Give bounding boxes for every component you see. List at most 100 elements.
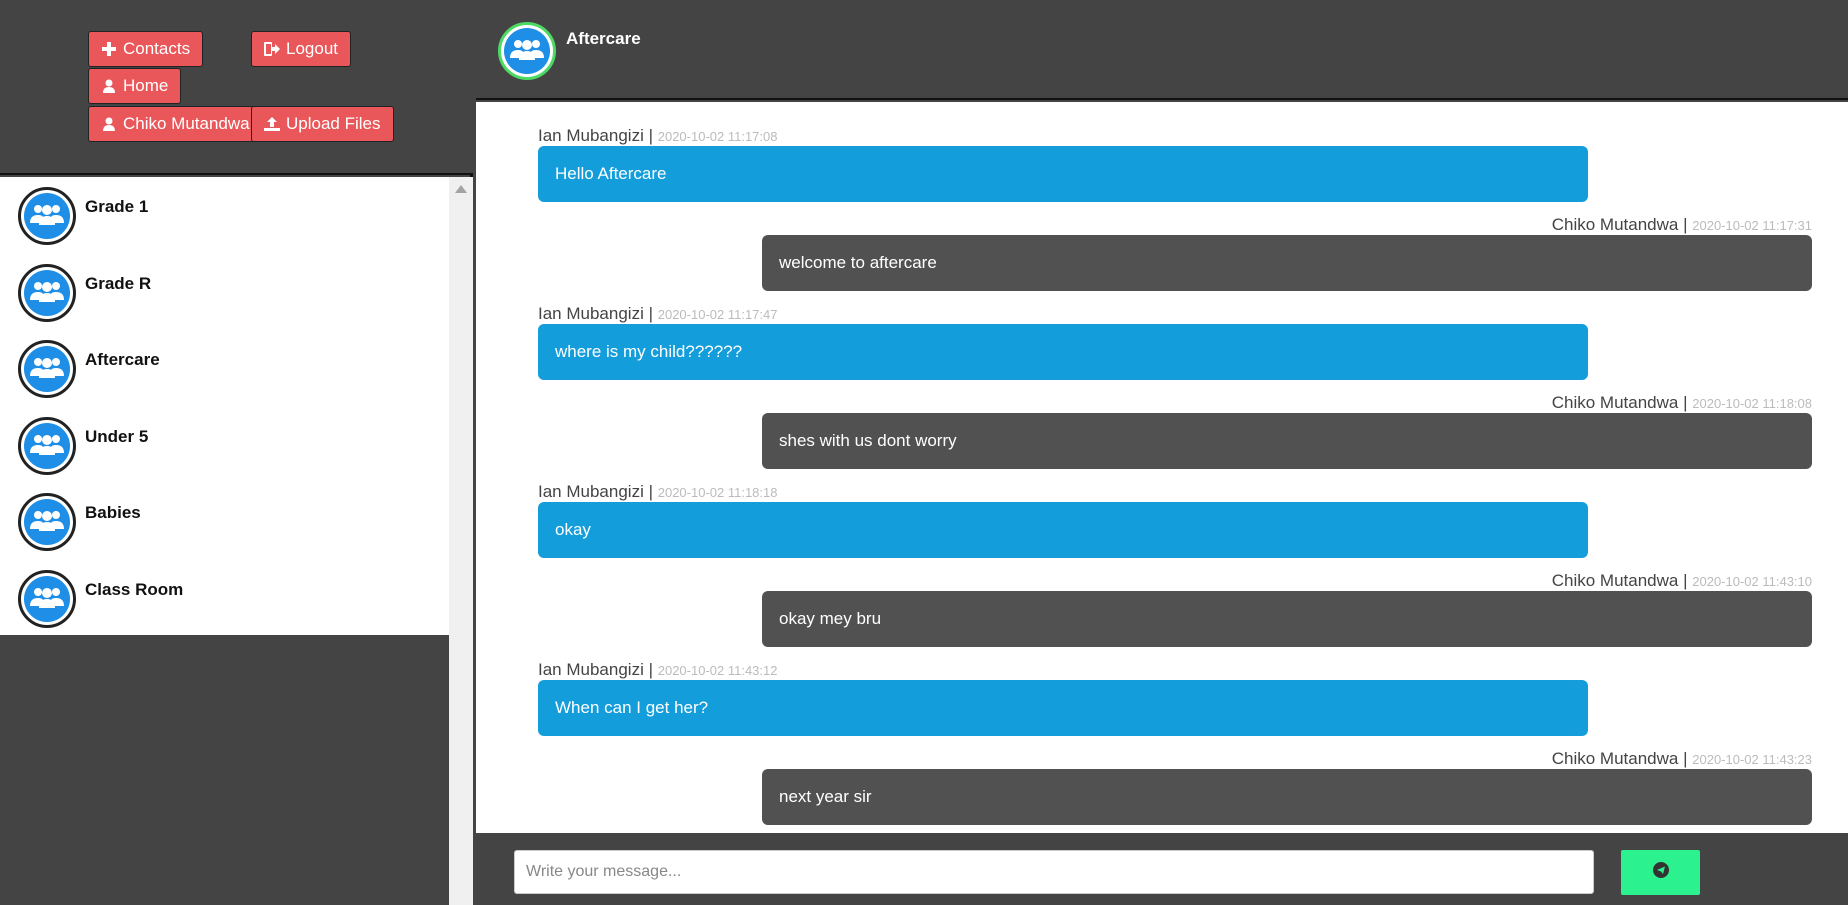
message-bubble: welcome to aftercare	[762, 235, 1812, 291]
message-text: welcome to aftercare	[779, 253, 937, 272]
contact-name: Babies	[85, 503, 141, 522]
timestamp: 2020-10-02 11:43:10	[1692, 574, 1812, 589]
message-text: okay mey bru	[779, 609, 882, 628]
contact-item[interactable]: Grade 1	[0, 177, 449, 254]
left-panel: Contacts Logout Home Chiko Mutandwa Uplo…	[0, 0, 473, 905]
message-meta: Chiko Mutandwa | 2020-10-02 11:43:10	[1552, 571, 1812, 591]
upload-label: Upload Files	[286, 114, 381, 133]
group-icon	[30, 433, 64, 460]
message-meta: Ian Mubangizi | 2020-10-02 11:43:12	[538, 660, 777, 680]
contacts-button[interactable]: Contacts	[88, 31, 204, 67]
message-input[interactable]	[514, 850, 1594, 894]
user-label: Chiko Mutandwa	[123, 114, 250, 133]
timestamp: 2020-10-02 11:43:12	[657, 663, 778, 678]
message-text: okay	[555, 520, 591, 539]
avatar	[18, 340, 76, 398]
paper-plane-icon	[1652, 862, 1669, 883]
contact-item[interactable]: Grade R	[0, 254, 449, 331]
sender-name: Ian Mubangizi	[538, 304, 644, 323]
message-area[interactable]: Ian Mubangizi | 2020-10-02 11:17:08 Hell…	[476, 102, 1848, 833]
avatar	[18, 570, 76, 628]
message-bubble: okay	[538, 502, 1588, 558]
separator: |	[648, 304, 653, 323]
sender-name: Chiko Mutandwa	[1551, 749, 1679, 768]
logout-button[interactable]: Logout	[251, 31, 351, 67]
message-bubble: next year sir	[762, 769, 1812, 825]
contact-list-scrollbar[interactable]	[449, 177, 473, 905]
user-icon	[101, 116, 117, 132]
timestamp: 2020-10-02 11:18:18	[657, 485, 778, 500]
message-meta: Ian Mubangizi | 2020-10-02 11:17:47	[538, 304, 777, 324]
message-bubble: where is my child??????	[538, 324, 1588, 380]
contact-name: Grade 1	[85, 197, 149, 216]
avatar	[18, 493, 76, 551]
send-button[interactable]	[1621, 850, 1700, 895]
scroll-up-arrow-icon[interactable]	[455, 185, 467, 193]
message-meta: Chiko Mutandwa | 2020-10-02 11:43:23	[1552, 749, 1812, 769]
message-meta: Chiko Mutandwa | 2020-10-02 11:18:08	[1552, 393, 1812, 413]
sign-out-icon	[264, 41, 280, 57]
group-icon	[30, 356, 64, 383]
message-text: Hello Aftercare	[555, 164, 667, 183]
user-profile-button[interactable]: Chiko Mutandwa	[88, 106, 263, 142]
separator: |	[648, 660, 653, 679]
message-bubble: okay mey bru	[762, 591, 1812, 647]
group-icon	[30, 280, 64, 307]
sender-name: Ian Mubangizi	[538, 126, 644, 145]
sender-name: Chiko Mutandwa	[1551, 215, 1679, 234]
home-label: Home	[123, 76, 169, 95]
separator: |	[1683, 571, 1688, 590]
message-meta: Ian Mubangizi | 2020-10-02 11:18:18	[538, 482, 777, 502]
upload-icon	[264, 116, 280, 132]
contact-item[interactable]: Aftercare	[0, 330, 449, 407]
avatar	[498, 22, 556, 80]
message-composer	[476, 833, 1848, 905]
chat-title: Aftercare	[566, 29, 641, 48]
avatar	[18, 264, 76, 322]
message-meta: Ian Mubangizi | 2020-10-02 11:17:08	[538, 126, 777, 146]
sender-name: Chiko Mutandwa	[1551, 393, 1679, 412]
group-icon	[30, 203, 64, 230]
home-button[interactable]: Home	[88, 68, 182, 104]
timestamp: 2020-10-02 11:17:47	[657, 307, 778, 322]
contact-name: Class Room	[85, 580, 184, 599]
chat-header: Aftercare	[476, 0, 1848, 100]
top-nav: Contacts Logout Home Chiko Mutandwa Uplo…	[0, 0, 473, 175]
separator: |	[648, 482, 653, 501]
message-meta: Chiko Mutandwa | 2020-10-02 11:17:31	[1552, 215, 1812, 235]
avatar	[18, 417, 76, 475]
contacts-label: Contacts	[123, 39, 191, 58]
contact-list: Grade 1 Grade R Aftercare Under 5 Babies…	[0, 177, 449, 635]
separator: |	[1683, 393, 1688, 412]
contact-item[interactable]: Class Room	[0, 560, 449, 637]
group-icon	[510, 38, 544, 65]
plus-icon	[101, 41, 117, 57]
separator: |	[1683, 215, 1688, 234]
contact-item[interactable]: Under 5	[0, 407, 449, 484]
sender-name: Ian Mubangizi	[538, 660, 644, 679]
avatar	[18, 187, 76, 245]
timestamp: 2020-10-02 11:17:08	[657, 129, 778, 144]
logout-label: Logout	[286, 39, 338, 58]
timestamp: 2020-10-02 11:17:31	[1692, 218, 1812, 233]
message-bubble: shes with us dont worry	[762, 413, 1812, 469]
separator: |	[1683, 749, 1688, 768]
timestamp: 2020-10-02 11:43:23	[1692, 752, 1812, 767]
message-text: When can I get her?	[555, 698, 709, 717]
message-text: shes with us dont worry	[779, 431, 957, 450]
message-bubble: Hello Aftercare	[538, 146, 1588, 202]
contact-item[interactable]: Babies	[0, 483, 449, 560]
message-bubble: When can I get her?	[538, 680, 1588, 736]
contact-name: Aftercare	[85, 350, 160, 369]
contact-name: Grade R	[85, 274, 152, 293]
group-icon	[30, 509, 64, 536]
sender-name: Chiko Mutandwa	[1551, 571, 1679, 590]
contact-name: Under 5	[85, 427, 149, 446]
user-icon	[101, 78, 117, 94]
upload-files-button[interactable]: Upload Files	[251, 106, 394, 142]
separator: |	[648, 126, 653, 145]
sender-name: Ian Mubangizi	[538, 482, 644, 501]
message-text: next year sir	[779, 787, 872, 806]
message-text: where is my child??????	[555, 342, 743, 361]
group-icon	[30, 586, 64, 613]
